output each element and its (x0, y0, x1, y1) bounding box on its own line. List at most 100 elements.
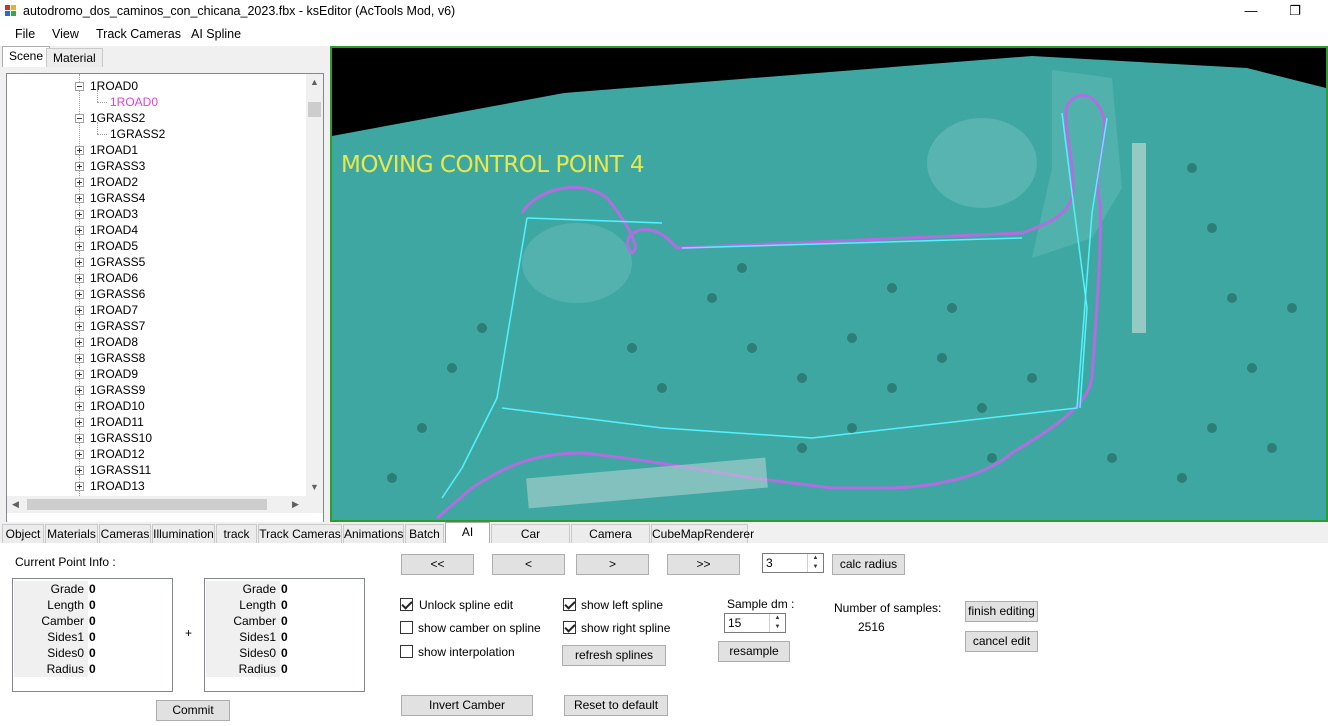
tree-item[interactable]: 1GRASS11 (7, 462, 307, 478)
minimize-button[interactable]: — (1228, 0, 1274, 23)
tree-item[interactable]: 1GRASS4 (7, 190, 307, 206)
expand-icon[interactable] (75, 226, 84, 235)
reset-default-button[interactable]: Reset to default (564, 695, 668, 716)
expand-icon[interactable] (75, 322, 84, 331)
sample-dm-stepper[interactable]: 15 ▲ ▼ (724, 613, 786, 633)
tab-animations[interactable]: Animations (343, 524, 404, 543)
tree-child-item[interactable]: 1GRASS2 (7, 122, 307, 142)
prev-point-button[interactable]: < (492, 554, 565, 575)
scroll-right-icon[interactable]: ▶ (287, 496, 304, 513)
tab-illumination[interactable]: Illumination (152, 524, 215, 543)
scroll-left-icon[interactable]: ◀ (7, 496, 24, 513)
spin-down-icon[interactable]: ▼ (770, 623, 785, 632)
expand-icon[interactable] (75, 338, 84, 347)
scroll-up-icon[interactable]: ▲ (306, 74, 323, 91)
menu-track-cameras[interactable]: Track Cameras (96, 27, 181, 41)
tree-item[interactable]: 1ROAD12 (7, 446, 307, 462)
tree-item[interactable]: 1GRASS6 (7, 286, 307, 302)
expand-icon[interactable] (75, 386, 84, 395)
expand-icon[interactable] (75, 146, 84, 155)
tree-item[interactable]: 1GRASS7 (7, 318, 307, 334)
expand-icon[interactable] (75, 370, 84, 379)
tree-item[interactable]: 1ROAD3 (7, 206, 307, 222)
expand-icon[interactable] (75, 162, 84, 171)
tab-batch[interactable]: Batch (405, 524, 444, 543)
tab-cubemap-renderer[interactable]: CubeMapRenderer (651, 524, 754, 543)
show-interpolation-checkbox[interactable] (400, 645, 413, 658)
expand-icon[interactable] (75, 306, 84, 315)
refresh-splines-button[interactable]: refresh splines (562, 645, 666, 666)
expand-icon[interactable] (75, 274, 84, 283)
expand-icon[interactable] (75, 210, 84, 219)
expand-icon[interactable] (75, 242, 84, 251)
tab-object[interactable]: Object (2, 524, 44, 543)
expand-icon[interactable] (75, 194, 84, 203)
tab-cameras[interactable]: Cameras (99, 524, 151, 543)
menu-ai-spline[interactable]: AI Spline (191, 27, 241, 41)
tree-item[interactable]: 1ROAD4 (7, 222, 307, 238)
finish-editing-button[interactable]: finish editing (965, 601, 1038, 622)
tree-item[interactable]: 1ROAD5 (7, 238, 307, 254)
collapse-icon[interactable] (75, 114, 84, 123)
show-left-spline-checkbox[interactable] (563, 598, 576, 611)
tree-item[interactable]: 1GRASS2 (7, 110, 307, 126)
tree-vertical-scrollbar[interactable]: ▲ ▼ (306, 74, 323, 496)
maximize-button[interactable]: ❐ (1272, 0, 1318, 23)
tab-car-animations[interactable]: Car Animations (491, 524, 570, 559)
calc-radius-button[interactable]: calc radius (832, 554, 905, 575)
expand-icon[interactable] (75, 418, 84, 427)
tree-item[interactable]: 1GRASS3 (7, 158, 307, 174)
tab-material[interactable]: Material (46, 48, 103, 68)
tab-scene[interactable]: Scene (2, 46, 51, 68)
menu-view[interactable]: View (52, 27, 79, 41)
expand-icon[interactable] (75, 482, 84, 491)
expand-icon[interactable] (75, 402, 84, 411)
first-point-button[interactable]: << (401, 554, 474, 575)
radius-stepper[interactable]: 3 ▲ ▼ (762, 553, 824, 573)
unlock-spline-edit-checkbox[interactable] (400, 598, 413, 611)
collapse-icon[interactable] (75, 82, 84, 91)
tab-track-cameras[interactable]: Track Cameras (258, 524, 342, 543)
hscroll-thumb[interactable] (27, 499, 267, 510)
expand-icon[interactable] (75, 290, 84, 299)
commit-button[interactable]: Commit (156, 700, 230, 721)
spin-up-icon[interactable]: ▲ (770, 614, 785, 623)
expand-icon[interactable] (75, 258, 84, 267)
tree-item[interactable]: 1ROAD8 (7, 334, 307, 350)
invert-camber-button[interactable]: Invert Camber (401, 695, 533, 716)
tab-ai[interactable]: AI (445, 522, 490, 543)
tree-item[interactable]: 1ROAD1 (7, 142, 307, 158)
cancel-edit-button[interactable]: cancel edit (965, 631, 1038, 652)
next-point-button[interactable]: > (576, 554, 649, 575)
resample-button[interactable]: resample (718, 641, 790, 662)
tree-item[interactable]: 1ROAD11 (7, 414, 307, 430)
tree-child-item[interactable]: 1ROAD0 (7, 90, 307, 110)
sample-dm-spin[interactable]: ▲ ▼ (769, 614, 785, 632)
tree-item[interactable]: 1ROAD10 (7, 398, 307, 414)
scroll-thumb[interactable] (308, 102, 321, 117)
last-point-button[interactable]: >> (667, 554, 740, 575)
tab-camera-spline[interactable]: Camera Spline (571, 524, 650, 559)
expand-icon[interactable] (75, 450, 84, 459)
menu-file[interactable]: File (15, 27, 35, 41)
tree-item[interactable]: 1ROAD9 (7, 366, 307, 382)
scroll-down-icon[interactable]: ▼ (306, 479, 323, 496)
tree-item[interactable]: 1ROAD6 (7, 270, 307, 286)
expand-icon[interactable] (75, 354, 84, 363)
expand-icon[interactable] (75, 434, 84, 443)
expand-icon[interactable] (75, 178, 84, 187)
show-right-spline-checkbox[interactable] (563, 621, 576, 634)
tree-item[interactable]: 1GRASS10 (7, 430, 307, 446)
tree-item[interactable]: 1GRASS9 (7, 382, 307, 398)
3d-viewport[interactable]: MOVING CONTROL POINT 4 (330, 46, 1328, 522)
tree-item[interactable]: 1ROAD2 (7, 174, 307, 190)
tree-item[interactable]: 1ROAD0 (7, 78, 307, 94)
tree-item[interactable]: 1GRASS8 (7, 350, 307, 366)
tree-item[interactable]: 1GRASS5 (7, 254, 307, 270)
tab-track[interactable]: track (216, 524, 257, 543)
tree-item[interactable]: 1ROAD13 (7, 478, 307, 494)
show-camber-checkbox[interactable] (400, 621, 413, 634)
tree-item[interactable]: 1ROAD7 (7, 302, 307, 318)
tab-materials[interactable]: Materials (45, 524, 98, 543)
tree-horizontal-scrollbar[interactable]: ◀ ▶ (7, 496, 323, 513)
